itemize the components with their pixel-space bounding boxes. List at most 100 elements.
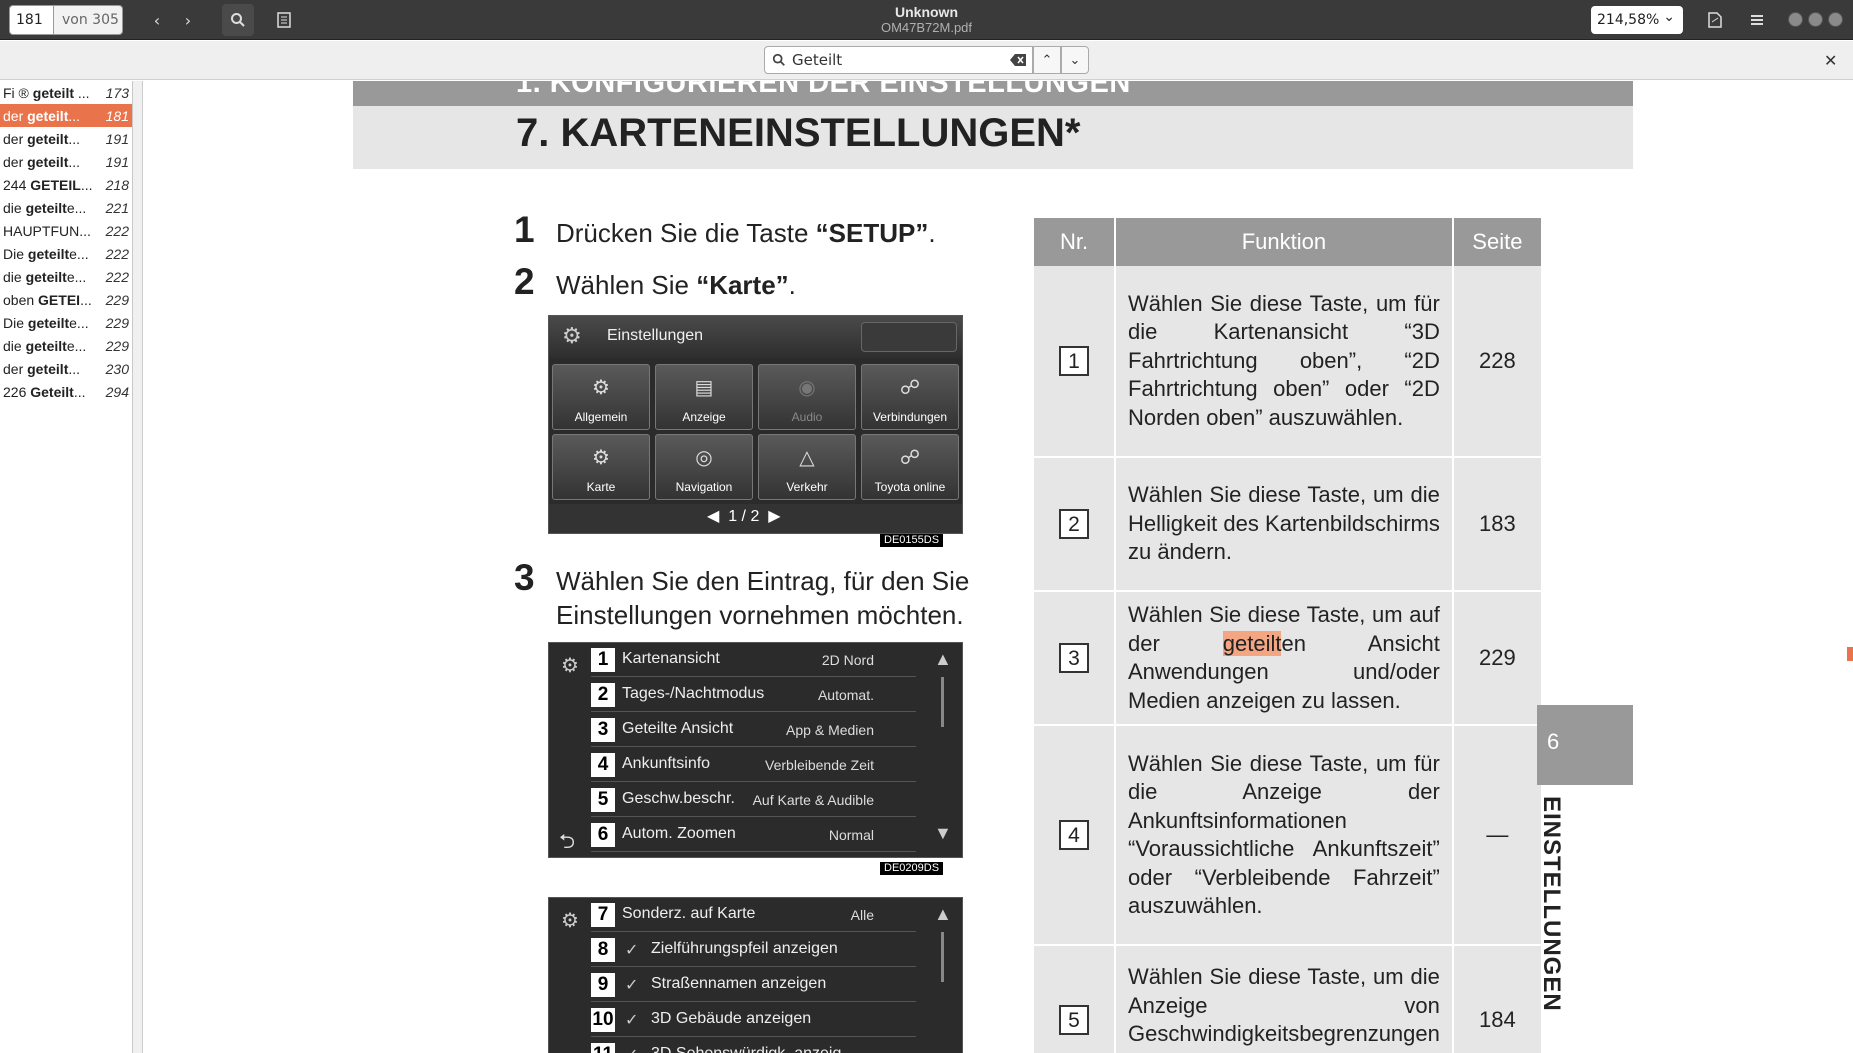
scroll-up-icon: ▲ — [934, 904, 952, 924]
result-snippet: Fi ® geteilt ... — [3, 84, 90, 101]
setting-row[interactable]: 5 Geschw.beschr. Auf Karte & Audible — [591, 783, 916, 817]
setting-row[interactable]: 9 ✓ Straßennamen anzeigen — [591, 968, 916, 1002]
close-window-button[interactable] — [1828, 12, 1843, 27]
table-row: 3 Wählen Sie diese Taste, um auf der get… — [1034, 591, 1543, 726]
tile-icon: △ — [799, 447, 815, 469]
tile-icon: ◉ — [798, 377, 816, 399]
tile-karte[interactable]: ⚙ Karte — [552, 434, 650, 500]
row-value: 2D Nord — [821, 652, 874, 668]
annotate-icon — [1708, 12, 1722, 28]
function-text: Wählen Sie diese Taste, um die Helligkei… — [1115, 457, 1454, 592]
setting-row[interactable]: 3 Geteilte Ansicht App & Medien — [591, 713, 916, 747]
chevron-down-icon: ⌄ — [1663, 9, 1675, 25]
tile-navigation[interactable]: ◎ Navigation — [655, 434, 753, 500]
tile-verbindungen[interactable]: ☍ Verbindungen — [861, 364, 959, 430]
annotate-button[interactable] — [1700, 4, 1730, 36]
toolbar: von 305 ‹ › Unknown OM47B72M.pdf 214,58%… — [0, 0, 1853, 40]
checkmark-icon: ✓ — [625, 1045, 638, 1053]
screen-scrollbar — [941, 677, 944, 727]
tile-allgemein[interactable]: ⚙ Allgemein — [552, 364, 650, 430]
search-result-item[interactable]: Die geteilte... 229 — [0, 311, 132, 334]
function-text: Wählen Sie diese Taste, um die Anzeige v… — [1115, 945, 1454, 1053]
search-result-item[interactable]: die geteilte... 222 — [0, 265, 132, 288]
setting-row[interactable]: 2 Tages-/Nachtmodus Automat. — [591, 678, 916, 712]
tile-icon: ◎ — [695, 447, 713, 469]
row-label: 3D Gebäude anzeigen — [651, 1010, 812, 1027]
search-result-item[interactable]: der geteilt... 181 — [0, 104, 132, 127]
search-result-item[interactable]: die geteilte... 229 — [0, 334, 132, 357]
document-filename: OM47B72M.pdf — [880, 20, 973, 35]
row-label: Tages-/Nachtmodus — [622, 685, 765, 702]
document-title: Unknown — [895, 4, 958, 20]
search-result-item[interactable]: die geteilte... 221 — [0, 196, 132, 219]
setting-row[interactable]: 1 Kartenansicht 2D Nord — [591, 643, 916, 677]
sidebar-scrollbar[interactable] — [133, 81, 143, 1053]
tile-audio[interactable]: ◉ Audio — [758, 364, 856, 430]
find-previous-button[interactable]: ⌃ — [1033, 46, 1061, 74]
tile-toyota-online[interactable]: ☍ Toyota online — [861, 434, 959, 500]
tile-icon: ⚙ — [592, 377, 610, 399]
result-snippet: der geteilt... — [3, 130, 81, 147]
search-result-item[interactable]: Fi ® geteilt ... 173 — [0, 81, 132, 104]
setting-row[interactable]: 6 Autom. Zoomen Normal — [591, 818, 916, 852]
search-result-item[interactable]: Die geteilte... 222 — [0, 242, 132, 265]
search-result-item[interactable]: der geteilt... 191 — [0, 127, 132, 150]
row-label: Geteilte Ansicht — [622, 720, 734, 737]
function-text: Wählen Sie diese Taste, um auf der getei… — [1115, 591, 1454, 726]
tile-label: Audio — [791, 410, 823, 424]
setting-row[interactable]: 11 ✓ 3D Sehenswürdigk. anzeig — [591, 1038, 916, 1053]
tile-label: Anzeige — [682, 410, 726, 424]
row-index: 10 — [591, 1008, 615, 1032]
search-result-item[interactable]: der geteilt... 191 — [0, 150, 132, 173]
row-label: Ankunftsinfo — [622, 755, 711, 772]
search-result-item[interactable]: oben GETEI... 229 — [0, 288, 132, 311]
search-result-item[interactable]: 226 Geteilt... 294 — [0, 380, 132, 403]
back-icon: ⮌ — [559, 831, 576, 853]
status-indicators — [861, 322, 957, 352]
result-snippet: der geteilt... — [3, 153, 81, 170]
search-result-item[interactable]: HAUPTFUN... 222 — [0, 219, 132, 242]
setting-row[interactable]: 10 ✓ 3D Gebäude anzeigen — [591, 1003, 916, 1037]
row-number: 4 — [1059, 820, 1089, 850]
clear-icon[interactable] — [1010, 54, 1026, 66]
page-ref: 229 — [1452, 591, 1543, 726]
zoom-select[interactable]: 214,58% ⌄ — [1591, 6, 1683, 34]
checkmark-icon: ✓ — [625, 977, 639, 994]
step-number: 2 — [514, 261, 535, 302]
tile-label: Verbindungen — [872, 410, 948, 424]
result-page: 229 — [105, 337, 129, 354]
result-snippet: die geteilte... — [3, 337, 87, 354]
step-text: Wählen Sie “Karte”. — [556, 270, 796, 300]
step-text: Drücken Sie die Taste “SETUP”. — [556, 218, 936, 248]
row-index: 7 — [591, 903, 615, 927]
chevron-down-icon: ⌄ — [1069, 52, 1081, 68]
close-find-button[interactable]: ✕ — [1824, 51, 1837, 70]
chapter-tab: 6 — [1537, 705, 1633, 785]
result-page: 229 — [105, 291, 129, 308]
menu-button[interactable] — [1742, 4, 1772, 36]
search-result-item[interactable]: 244 GETEIL... 218 — [0, 173, 132, 196]
maximize-window-button[interactable] — [1808, 12, 1823, 27]
step-text: Wählen Sie den Eintrag, für den Sie Einst… — [556, 566, 970, 630]
close-icon: ✕ — [1824, 51, 1838, 70]
setting-row[interactable]: 8 ✓ Zielführungspfeil anzeigen — [591, 933, 916, 967]
find-next-button[interactable]: ⌄ — [1061, 46, 1089, 74]
function-text: Wählen Sie diese Taste, um für die Karte… — [1115, 266, 1454, 458]
tile-anzeige[interactable]: ▤ Anzeige — [655, 364, 753, 430]
table-row: 1 Wählen Sie diese Taste, um für die Kar… — [1034, 266, 1543, 458]
tile-icon: ☍ — [899, 377, 921, 399]
search-results-list: Fi ® geteilt ... 173 der geteilt... 181 der … — [0, 81, 133, 1053]
result-page: 191 — [105, 130, 129, 147]
row-label: Zielführungspfeil anzeigen — [651, 940, 838, 957]
search-result-item[interactable]: der geteilt... 230 — [0, 357, 132, 380]
function-table: Nr. Funktion Seite 1 Wählen Sie diese Ta… — [1034, 218, 1543, 1053]
row-index: 6 — [591, 823, 615, 847]
find-input[interactable]: Geteilt — [764, 46, 1033, 74]
tile-verkehr[interactable]: △ Verkehr — [758, 434, 856, 500]
row-value: Normal — [828, 827, 874, 843]
minimize-window-button[interactable] — [1788, 12, 1803, 27]
setting-row[interactable]: 7 Sonderz. auf Karte Alle — [591, 898, 916, 932]
find-bar: Geteilt ⌃ ⌄ ✕ — [0, 41, 1853, 80]
setting-row[interactable]: 4 Ankunftsinfo Verbleibende Zeit — [591, 748, 916, 782]
search-icon — [772, 53, 785, 66]
